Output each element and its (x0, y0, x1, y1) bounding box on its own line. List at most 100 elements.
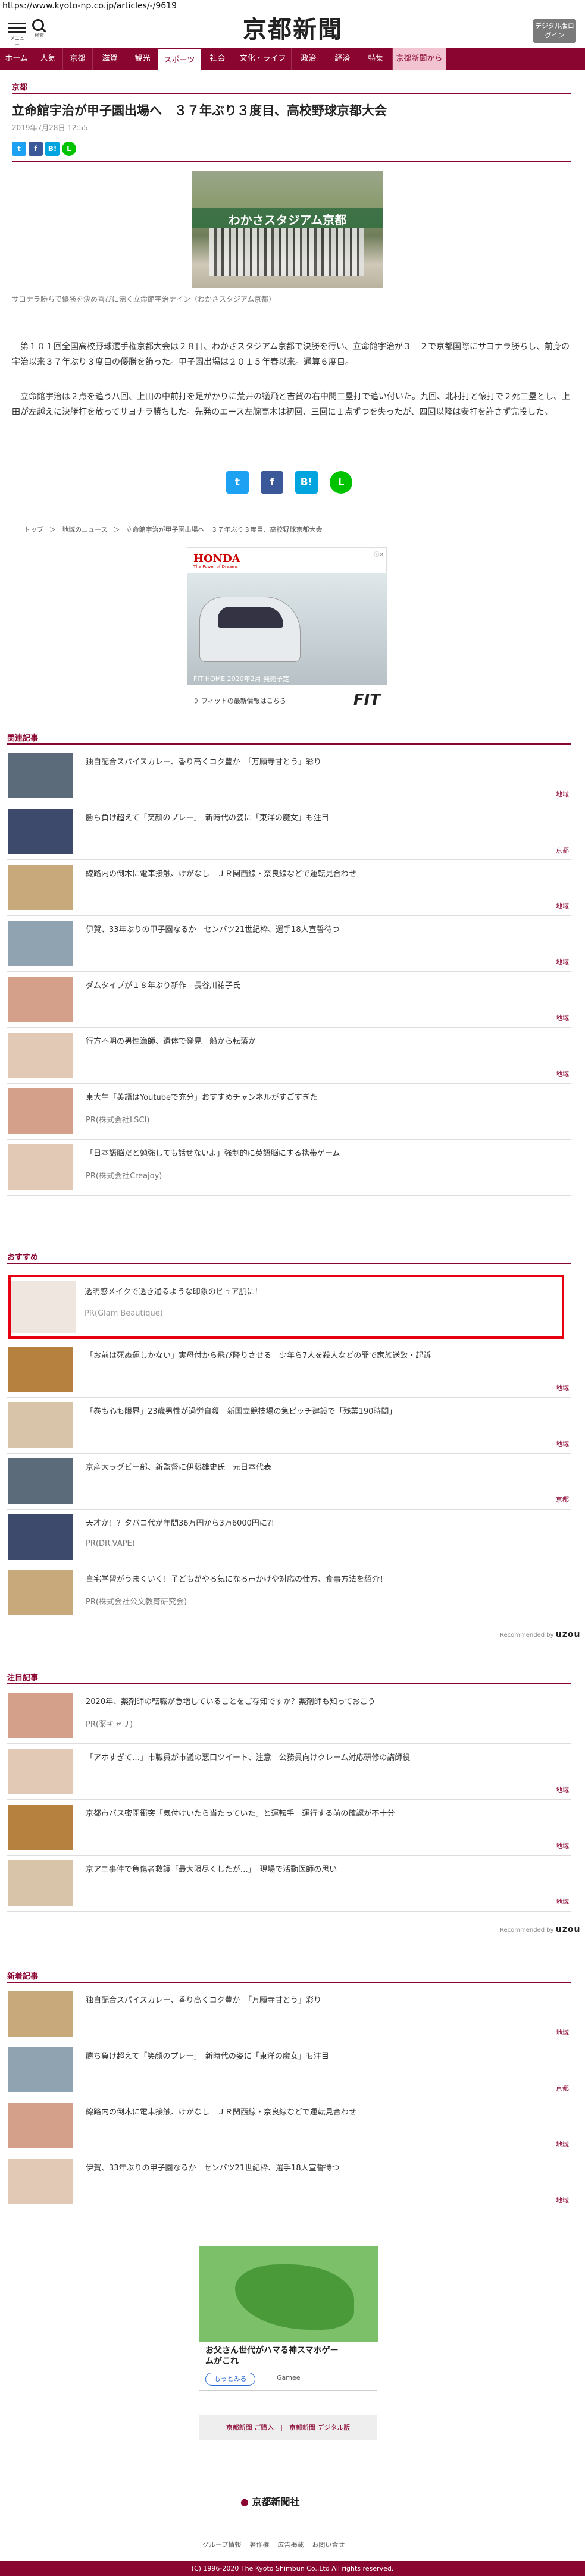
digital-login-button[interactable]: デジタル版ログイン (533, 19, 576, 43)
list-item-tag[interactable]: 地域 (556, 1013, 569, 1022)
list-item-tag[interactable]: 地域 (556, 2028, 569, 2037)
list-item[interactable]: 2020年、薬剤師の転職が急増していることをご存知ですか？薬剤師も知っておこう P… (7, 1688, 571, 1744)
nav-item[interactable]: 特集 (359, 48, 393, 70)
facebook-icon[interactable]: f (29, 142, 43, 156)
list-item[interactable]: 京アニ事件で負傷者救護「最大限尽くしたが…」 現場で活動医師の思い 地域 (7, 1856, 571, 1912)
list-item[interactable]: 京都市バス密閉衝突「気付けいたら当たっていた」と運転手 運行する前の確認が不十分… (7, 1800, 571, 1856)
copyright: (C) 1996-2020 The Kyoto Shimbun Co.,Ltd … (0, 2561, 585, 2576)
uzou-logo[interactable]: uzou (556, 1630, 581, 1639)
list-item-pr: PR(DR.VAPE) (86, 1539, 135, 1548)
footer-logo-mark: ● (240, 2496, 249, 2508)
list-item[interactable]: 独自配合スパイスカレー、香り高くコク豊か 「万願寺甘とう」彩り 地域 (7, 1987, 571, 2042)
list-item[interactable]: 「お前は死ぬ運しかない」実母付から飛び降りさせる 少年ら7人を殺人などの罪で家族… (7, 1342, 571, 1398)
nav-item[interactable]: 京都 (63, 48, 93, 70)
list-item-tag[interactable]: 地域 (556, 2195, 569, 2205)
list-item-title: 独自配合スパイスカレー、香り高くコク豊か 「万願寺甘とう」彩り (86, 758, 321, 767)
list-item[interactable]: 自宅学習がうまくいく！子どもがやる気になる声かけや対応の仕方、食事方法を紹介！ P… (7, 1565, 571, 1621)
list-item-thumb (8, 1514, 73, 1560)
list-item[interactable]: 行方不明の男性漁師、遺体で発見 船から転落か 地域 (7, 1028, 571, 1084)
list-item-tag[interactable]: 京都 (556, 1495, 569, 1504)
twitter-icon[interactable]: t (226, 471, 249, 494)
list-item[interactable]: 「アホすぎて…」市職員が市議の悪口ツイート、注意 公務員向けクレーム対応研修の講… (7, 1744, 571, 1800)
menu-icon[interactable]: メニュー (8, 20, 26, 48)
game-ad[interactable]: お父さん世代がハマる神スマホゲームがこれ もっとみる Gamee (199, 2246, 378, 2391)
ad-choices-icon[interactable]: ⓘ✕ (374, 550, 384, 558)
list-item-thumb (8, 809, 73, 854)
facebook-icon[interactable]: f (261, 471, 283, 494)
divider (12, 161, 571, 162)
ad2-brand: Gamee (277, 2374, 301, 2382)
list-item-tag[interactable]: 地域 (556, 1439, 569, 1448)
honda-ad[interactable]: HONDA The Power of Dreams ⓘ✕ FIT HOME 20… (187, 547, 387, 714)
list-item-title: 線路内の倒木に電車接触、けがなし ＪＲ関西線・奈良線などで運転見合わせ (86, 870, 356, 878)
nav-item[interactable]: ホーム (0, 48, 33, 70)
breadcrumb-item[interactable]: トップ (24, 525, 43, 534)
footer-link[interactable]: お問い合せ (312, 2540, 345, 2549)
breadcrumb-separator: ＞ (49, 526, 56, 534)
uzou-logo[interactable]: uzou (556, 1925, 581, 1934)
ad-logo: FIT (353, 691, 380, 709)
list-item[interactable]: 線路内の倒木に電車接触、けがなし ＪＲ関西線・奈良線などで運転見合わせ 地域 (7, 2098, 571, 2154)
article-paragraph: 第１０１回全国高校野球選手権京都大会は２８日、わかさスタジアム京都で決勝を行い、… (12, 342, 570, 367)
footer-link[interactable]: 広告掲載 (277, 2540, 304, 2549)
ad-brand: HONDA (193, 553, 240, 565)
list-item[interactable]: 独自配合スパイスカレー、香り高くコク豊か 「万願寺甘とう」彩り地域 (7, 748, 571, 804)
list-item[interactable]: 伊賀、33年ぶりの甲子園なるか センバツ21世紀枠、選手18人宣誓待つ 地域 (7, 916, 571, 972)
article-photo[interactable]: わかさスタジアム京都 (192, 171, 383, 288)
list-item-tag[interactable]: 地域 (556, 1069, 569, 1078)
list-item[interactable]: 「日本語脳だと勉強しても話せないよ」強制的に英語脳にする携帯ゲーム PR(株式会社… (7, 1140, 571, 1196)
list-item[interactable]: 「巻も心も限界」23歳男性が過労自殺 新国立競技場の急ピッチ建設で「残業190時… (7, 1398, 571, 1454)
list-item[interactable]: 勝ち負け超えて「笑顔のプレー」 新時代の姿に「東洋の魔女」も注目 京都 (7, 2042, 571, 2098)
footer-logo[interactable]: ● 京都新聞社 (240, 2494, 300, 2508)
nav-item[interactable]: スポーツ (158, 48, 201, 70)
hatena-icon[interactable]: B! (295, 471, 318, 494)
nav-item[interactable]: 滋賀 (93, 48, 127, 70)
footer-link[interactable]: グループ情報 (202, 2540, 241, 2549)
list-item-title: 勝ち負け超えて「笑顔のプレー」 新時代の姿に「東洋の魔女」も注目 (86, 814, 329, 823)
list-item[interactable]: 京産大ラグビー部、新監督に伊藤雄史氏 元日本代表 京都 (7, 1454, 571, 1510)
line-icon[interactable]: L (62, 142, 76, 156)
nav-item[interactable]: 政治 (292, 48, 326, 70)
list-item-tag[interactable]: 地域 (556, 1841, 569, 1850)
list-item[interactable]: ダムタイプが１８年ぶり新作 長谷川祐子氏 地域 (7, 972, 571, 1028)
list-item[interactable]: 線路内の倒木に電車接触、けがなし ＪＲ関西線・奈良線などで運転見合わせ地域 (7, 860, 571, 916)
twitter-icon[interactable]: t (12, 142, 26, 156)
list-item-tag[interactable]: 地域 (556, 789, 569, 799)
nav-item[interactable]: 人気 (33, 48, 63, 70)
line-icon[interactable]: L (330, 471, 352, 494)
list-item-tag[interactable]: 京都 (556, 2084, 569, 2093)
site-logo[interactable]: 京都新聞 (226, 17, 359, 43)
recommend-highlight[interactable]: 透明感メイクで透き通るような印象のピュア肌に！ PR(Glam Beautiqu… (8, 1275, 564, 1339)
nav-item[interactable]: 観光 (127, 48, 158, 70)
list-item-thumb (8, 2047, 73, 2092)
list-item-tag[interactable]: 地域 (556, 901, 569, 911)
ad2-title: お父さん世代がハマる神スマホゲームがこれ (205, 2346, 339, 2366)
recommend-heading: おすすめ (7, 1253, 39, 1262)
list-item[interactable]: 勝ち負け超えて「笑顔のプレー」 新時代の姿に「東洋の魔女」も注目京都 (7, 804, 571, 860)
list-item-tag[interactable]: 地域 (556, 1897, 569, 1906)
nav-item[interactable]: 経済 (326, 48, 359, 70)
search-icon[interactable]: 検索 (31, 19, 48, 40)
list-item-tag[interactable]: 地域 (556, 2139, 569, 2149)
nav-item[interactable]: 文化・ライフ (234, 48, 292, 70)
nav-item[interactable]: 京都新聞から (393, 48, 446, 70)
list-item[interactable]: 伊賀、33年ぶりの甲子園なるか センバツ21世紀枠、選手18人宣誓待つ 地域 (7, 2154, 571, 2210)
breadcrumb-item[interactable]: 地域のニュース (62, 525, 107, 534)
ad-footer[interactable]: 》フィットの最新情報はこちら FIT (187, 685, 387, 714)
article-category[interactable]: 京都 (12, 81, 27, 92)
hatena-icon[interactable]: B! (45, 142, 60, 156)
list-item-tag[interactable]: 地域 (556, 1785, 569, 1794)
list-item[interactable]: 天才か！？タバコ代が年間36万円から3万6000円に?! PR(DR.VAPE) (7, 1510, 571, 1565)
recommended-by-label: Recommended by (500, 1927, 554, 1934)
nav-item[interactable]: 社会 (201, 48, 234, 70)
list-item-tag[interactable]: 京都 (556, 845, 569, 855)
ad2-more-button[interactable]: もっとみる (205, 2373, 255, 2386)
footer-link[interactable]: 著作権 (249, 2540, 269, 2549)
list-item-tag[interactable]: 地域 (556, 1383, 569, 1392)
list-item[interactable]: 東大生「英語はYoutubeで充分」おすすめチャンネルがすごすぎた PR(株式会社… (7, 1084, 571, 1140)
subscription-links[interactable]: 京都新聞 ご購入 | 京都新聞 デジタル版 (199, 2415, 377, 2440)
ad-footer-link[interactable]: 》フィットの最新情報はこちら (195, 696, 286, 705)
list-item-thumb (8, 865, 73, 910)
ad-tagline: The Power of Dreams (193, 564, 238, 569)
list-item-tag[interactable]: 地域 (556, 957, 569, 967)
